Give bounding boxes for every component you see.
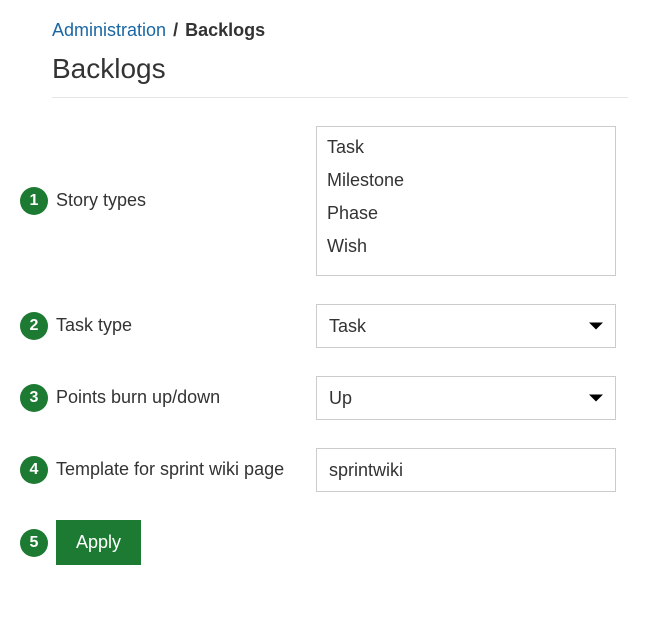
row-sprint-wiki: 4 Template for sprint wiki page bbox=[20, 448, 628, 492]
row-story-types: 1 Story types Task Milestone Phase Wish bbox=[20, 126, 628, 276]
breadcrumb-separator: / bbox=[173, 20, 178, 40]
story-types-option[interactable]: Phase bbox=[317, 197, 615, 230]
divider bbox=[52, 97, 628, 98]
label-task-type: Task type bbox=[56, 313, 316, 338]
form-area: 1 Story types Task Milestone Phase Wish … bbox=[20, 126, 628, 565]
chevron-down-icon bbox=[589, 395, 603, 402]
story-types-option[interactable]: Wish bbox=[317, 230, 615, 263]
points-burn-value: Up bbox=[329, 388, 352, 409]
breadcrumb: Administration / Backlogs bbox=[52, 20, 628, 41]
label-sprint-wiki: Template for sprint wiki page bbox=[56, 457, 316, 482]
points-burn-dropdown[interactable]: Up bbox=[316, 376, 616, 420]
story-types-option[interactable]: Task bbox=[317, 131, 615, 164]
row-task-type: 2 Task type Task bbox=[20, 304, 628, 348]
step-badge-5: 5 bbox=[20, 529, 48, 557]
step-badge-4: 4 bbox=[20, 456, 48, 484]
row-apply: 5 Apply bbox=[20, 520, 628, 565]
chevron-down-icon bbox=[589, 323, 603, 330]
story-types-listbox[interactable]: Task Milestone Phase Wish bbox=[316, 126, 616, 276]
task-type-value: Task bbox=[329, 316, 366, 337]
step-badge-1: 1 bbox=[20, 187, 48, 215]
label-story-types: Story types bbox=[56, 188, 316, 213]
sprint-wiki-input[interactable] bbox=[316, 448, 616, 492]
page-title: Backlogs bbox=[52, 53, 628, 85]
step-badge-3: 3 bbox=[20, 384, 48, 412]
label-points-burn: Points burn up/down bbox=[56, 385, 316, 410]
breadcrumb-current: Backlogs bbox=[185, 20, 265, 40]
story-types-option[interactable]: Milestone bbox=[317, 164, 615, 197]
breadcrumb-parent-link[interactable]: Administration bbox=[52, 20, 166, 40]
apply-button[interactable]: Apply bbox=[56, 520, 141, 565]
task-type-dropdown[interactable]: Task bbox=[316, 304, 616, 348]
row-points-burn: 3 Points burn up/down Up bbox=[20, 376, 628, 420]
step-badge-2: 2 bbox=[20, 312, 48, 340]
